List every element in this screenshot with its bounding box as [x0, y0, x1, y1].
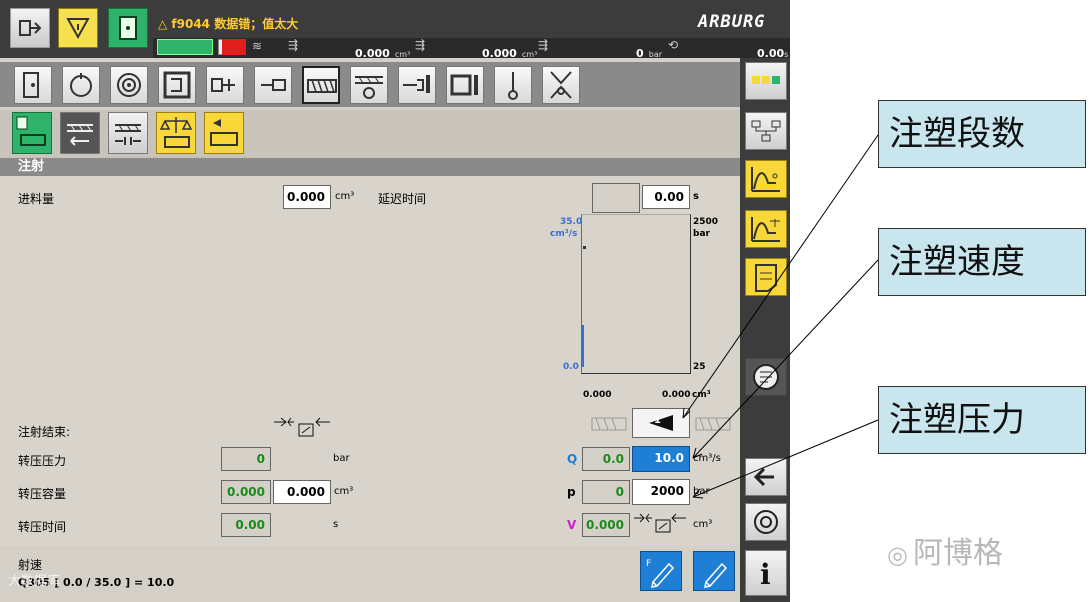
- annotation-leader-lines: [682, 134, 879, 499]
- annotation-stage-count: 注塑段数: [878, 100, 1086, 168]
- watermark-text: 阿博格: [913, 536, 1004, 571]
- wechat-icon: ◎: [887, 541, 908, 569]
- annotation-injection-speed: 注塑速度: [878, 228, 1086, 296]
- annotation-injection-pressure: 注塑压力: [878, 386, 1086, 454]
- watermark: ◎ 阿博格: [887, 528, 1003, 572]
